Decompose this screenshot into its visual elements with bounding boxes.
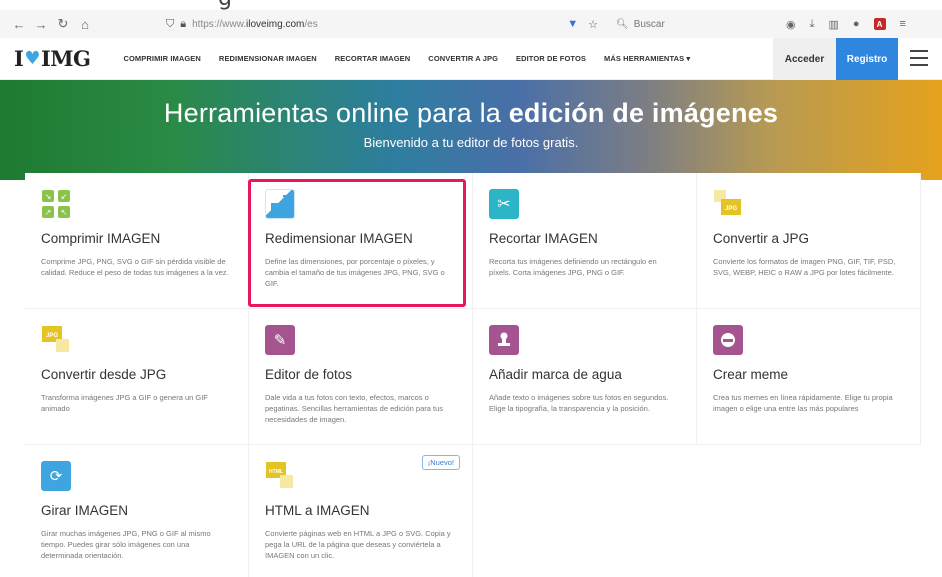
search-icon: 🔍︎ <box>616 18 629 30</box>
forward-arrow-icon[interactable]: → <box>30 17 52 32</box>
tool-card-photo-editor[interactable]: ✎ Editor de fotos Dale vida a tus fotos … <box>249 309 473 445</box>
menu-item-resize[interactable]: REDIMENSIONAR IMAGEN <box>210 54 326 63</box>
stamp-icon <box>489 325 519 355</box>
tool-description: Convierte páginas web en HTML a JPG o SV… <box>265 529 451 560</box>
browser-toolbar: ← → ↻ ⌂ ⛉ 🔒︎ https://www.iloveimg.com/es… <box>0 10 942 38</box>
shield-icon: ⛉ <box>166 17 175 30</box>
tool-title: Comprimir IMAGEN <box>41 231 161 246</box>
extension-icon[interactable]: ● <box>853 18 860 30</box>
meme-icon <box>713 325 743 355</box>
tool-title: Recortar IMAGEN <box>489 231 598 246</box>
address-bar[interactable]: ⛉ 🔒︎ https://www.iloveimg.com/es ▼ ☆ 🔍︎ … <box>166 14 766 34</box>
tool-description: Convierte los formatos de imagen PNG, GI… <box>713 257 896 277</box>
menu-item-compress[interactable]: COMPRIMIR IMAGEN <box>114 54 209 63</box>
hamburger-menu-icon[interactable] <box>910 50 928 66</box>
pencil-icon: ✎ <box>265 325 295 355</box>
overflow-menu-icon[interactable]: ≡ <box>900 18 906 30</box>
compress-icon: ↘ ↙ ↗ ↖ <box>41 189 71 219</box>
tool-description: Recorta tus imágenes definiendo un rectá… <box>489 257 657 277</box>
rotate-icon: ⟳ <box>41 461 71 491</box>
tool-card-html-to-image[interactable]: ¡Nuevo! HTML HTML a IMAGEN Convierte pág… <box>249 445 473 577</box>
tool-title: Girar IMAGEN <box>41 503 129 518</box>
html-icon: HTML <box>265 461 295 491</box>
search-box[interactable]: 🔍︎ Buscar <box>616 19 766 30</box>
pocket-save-icon[interactable]: ◉ <box>786 18 796 31</box>
home-icon[interactable]: ⌂ <box>74 17 96 32</box>
url-text: https://www.iloveimg.com/es <box>192 18 318 30</box>
back-arrow-icon[interactable]: ← <box>8 17 30 32</box>
tool-description: Añade texto o imágenes sobre tus fotos e… <box>489 393 669 413</box>
tool-title: Añadir marca de agua <box>489 367 622 382</box>
menu-item-photo-editor[interactable]: EDITOR DE FOTOS <box>507 54 595 63</box>
tool-description: Transforma imágenes JPG a GIF o genera u… <box>41 393 208 413</box>
tool-card-rotate[interactable]: ⟳ Girar IMAGEN Girar muchas imágenes JPG… <box>25 445 249 577</box>
site-header: I ♥ IMG COMPRIMIR IMAGEN REDIMENSIONAR IMA… <box>0 38 942 80</box>
lock-icon: 🔒︎ <box>180 17 187 30</box>
page-subtitle: Bienvenido a tu editor de fotos gratis. <box>363 135 579 150</box>
tool-card-compress[interactable]: ↘ ↙ ↗ ↖ Comprimir IMAGEN Comprime JPG, PNG,… <box>25 173 249 309</box>
tool-title: HTML a IMAGEN <box>265 503 370 518</box>
menu-item-more-tools[interactable]: MÁS HERRAMIENTAS ▾ <box>595 54 699 63</box>
from-jpg-icon: JPG <box>41 325 71 355</box>
menu-item-convert-jpg[interactable]: CONVERTIR A JPG <box>419 54 507 63</box>
bookmark-star-icon[interactable]: ☆ <box>588 18 598 31</box>
login-button[interactable]: Acceder <box>773 38 836 80</box>
page-title: Herramientas online para la edición de i… <box>163 98 779 128</box>
cropped-heading-fragment: g <box>0 0 942 10</box>
site-logo[interactable]: I ♥ IMG <box>14 46 91 71</box>
tool-title: Crear meme <box>713 367 789 382</box>
pdf-extension-icon[interactable]: A <box>873 18 886 30</box>
main-menu: COMPRIMIR IMAGEN REDIMENSIONAR IMAGEN RE… <box>114 54 699 63</box>
svg-text:JPG: JPG <box>46 333 58 339</box>
tool-title: Editor de fotos <box>265 367 353 382</box>
tool-description: Girar muchas imágenes JPG, PNG o GIF al … <box>41 529 211 560</box>
menu-item-crop[interactable]: RECORTAR IMAGEN <box>326 54 420 63</box>
hero-banner: Herramientas online para la edición de i… <box>0 80 942 180</box>
download-icon[interactable]: ⤓ <box>810 18 815 31</box>
heart-icon: ♥ <box>24 48 40 69</box>
tool-title: Convertir a JPG <box>713 231 810 246</box>
to-jpg-icon: JPG <box>713 189 743 219</box>
tool-card-convert-to-jpg[interactable]: JPG Convertir a JPG Convierte los format… <box>697 173 921 309</box>
tool-card-crop[interactable]: ✂ Recortar IMAGEN Recorta tus imágenes d… <box>473 173 697 309</box>
svg-text:JPG: JPG <box>725 206 737 212</box>
tool-card-meme[interactable]: Crear meme Crea tus memes en línea rápid… <box>697 309 921 445</box>
register-button[interactable]: Registro <box>836 38 898 80</box>
tool-card-convert-from-jpg[interactable]: JPG Convertir desde JPG Transforma imáge… <box>25 309 249 445</box>
highlight-box <box>248 179 466 307</box>
new-badge: ¡Nuevo! <box>421 455 460 470</box>
tool-description: Dale vida a tus fotos con texto, efectos… <box>265 393 444 424</box>
reload-icon[interactable]: ↻ <box>52 16 74 32</box>
tool-description: Comprime JPG, PNG, SVG o GIF sin pérdida… <box>41 257 229 277</box>
tool-card-watermark[interactable]: Añadir marca de agua Añade texto o imáge… <box>473 309 697 445</box>
tool-description: Crea tus memes en línea rápidamente. Eli… <box>713 393 893 413</box>
library-icon[interactable]: ▥ <box>828 18 838 31</box>
pocket-icon[interactable]: ▼ <box>567 18 578 30</box>
svg-text:HTML: HTML <box>269 469 283 475</box>
scissors-icon: ✂ <box>489 189 519 219</box>
tool-title: Convertir desde JPG <box>41 367 167 382</box>
